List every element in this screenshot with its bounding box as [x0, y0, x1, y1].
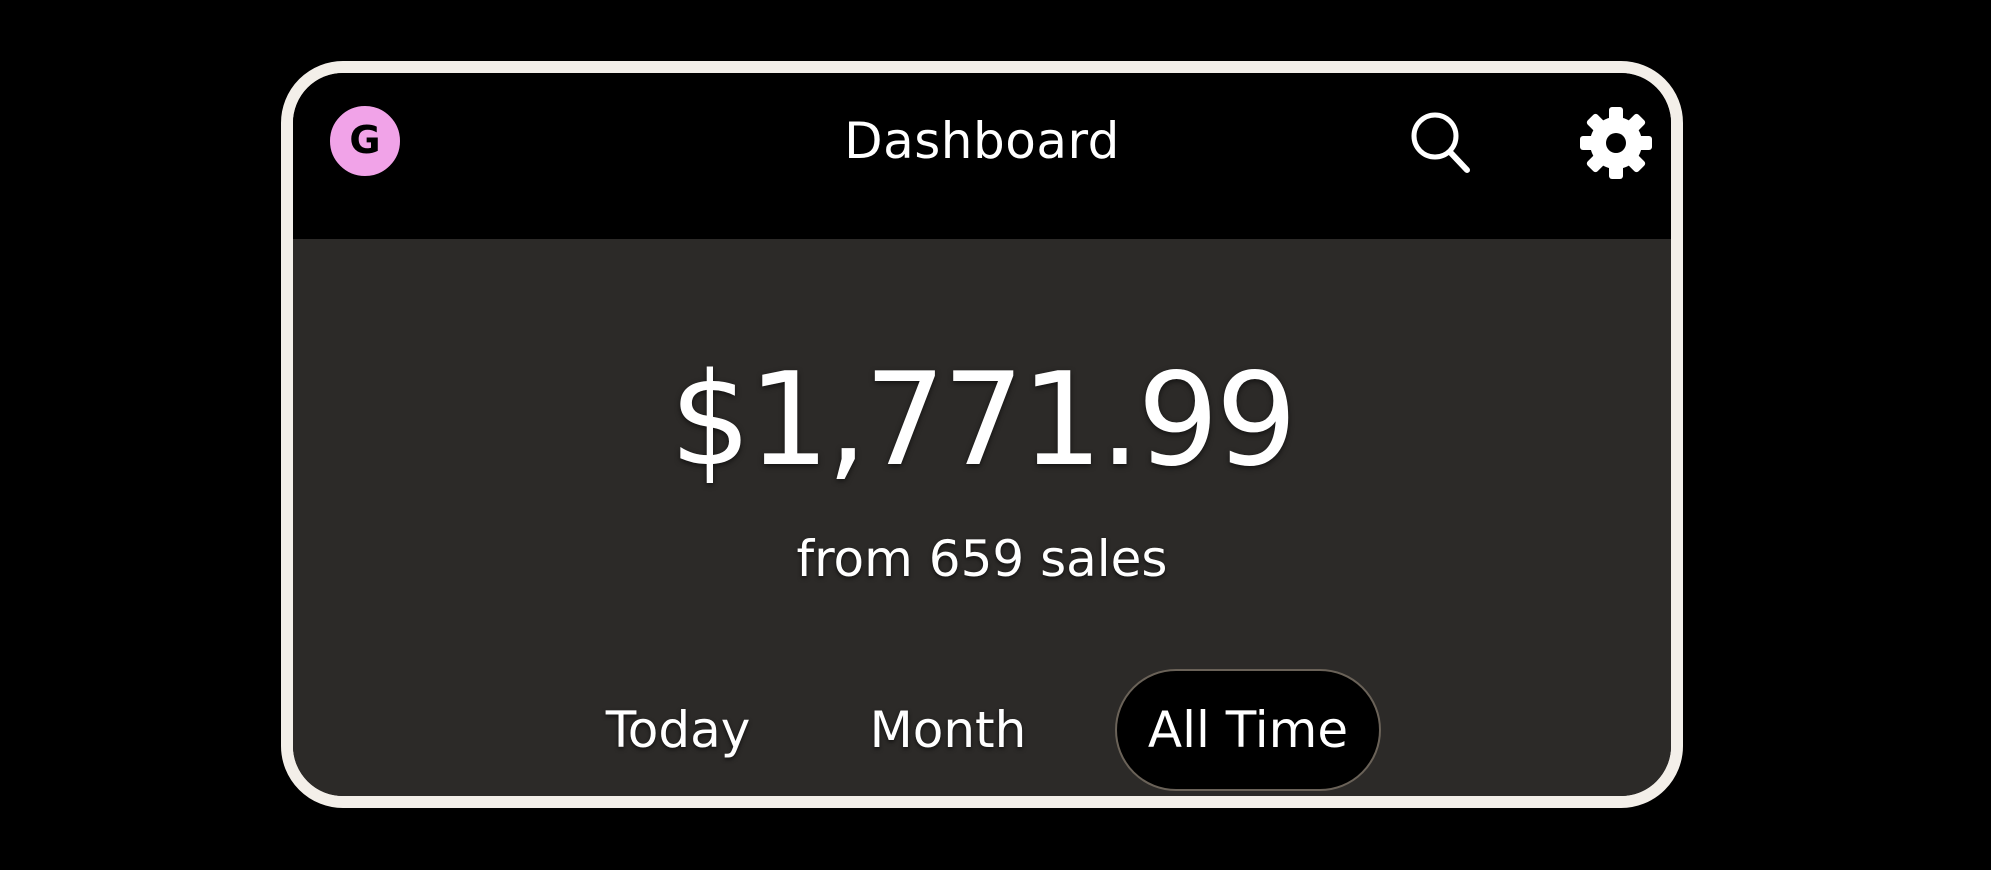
sales-count: from 659 sales — [796, 530, 1168, 588]
tab-all-time[interactable]: All Time — [1115, 669, 1381, 791]
search-button[interactable] — [1400, 103, 1480, 183]
sales-summary-panel: $1,771.99 from 659 sales Today Month All… — [293, 239, 1671, 796]
total-amount: $1,771.99 — [669, 346, 1297, 495]
top-bar: G Dashboard — [293, 73, 1671, 239]
settings-button[interactable] — [1576, 103, 1656, 183]
tab-month[interactable]: Month — [853, 669, 1043, 791]
screen: G Dashboard $1,771.99 from 659 sales Tod… — [0, 0, 1991, 870]
search-icon — [1411, 112, 1470, 173]
tab-today[interactable]: Today — [593, 669, 763, 791]
app-window: G Dashboard $1,771.99 from 659 sales Tod… — [281, 61, 1683, 808]
gear-icon — [1580, 107, 1652, 179]
